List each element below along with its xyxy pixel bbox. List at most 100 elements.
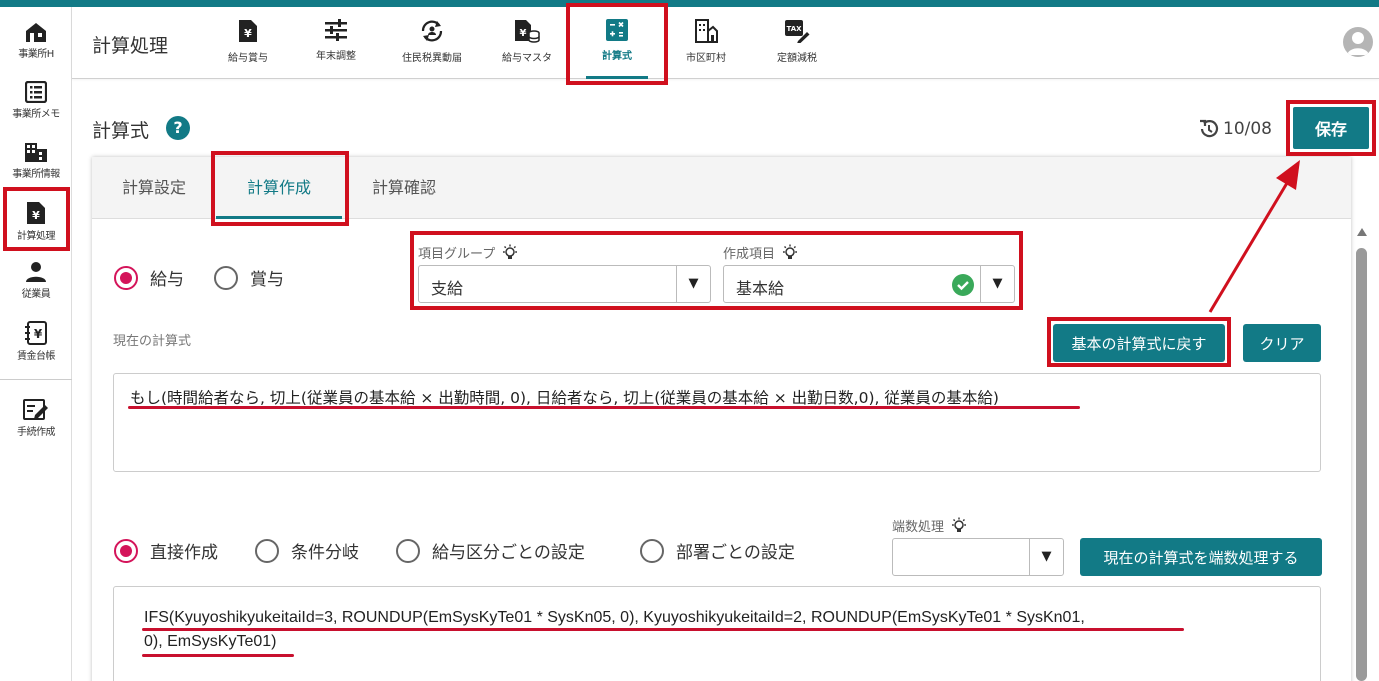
nav-resident-tax-change[interactable]: 住民税異動届 [394, 7, 470, 79]
tab-label: 計算作成 [246, 178, 311, 197]
tab-calculation-confirm[interactable]: 計算確認 [362, 157, 446, 219]
sidebar-item-employees[interactable]: 従業員 [0, 253, 72, 311]
yen-document-icon: ¥ [27, 202, 45, 224]
radio-circle [214, 265, 238, 290]
nav-label: 給与マスタ [502, 53, 552, 64]
creation-item-label: 作成項目 [723, 243, 799, 262]
building-icon [25, 143, 47, 162]
version-indicator[interactable]: 10/08 [1198, 117, 1272, 141]
sidebar-item-label: 事業所情報 [12, 169, 60, 180]
radio-per-department[interactable]: 部署ごとの設定 [640, 538, 795, 563]
rounding-select[interactable]: ▼ [892, 538, 1064, 576]
radio-label: 部署ごとの設定 [676, 543, 795, 563]
radio-label: 給与区分ごとの設定 [432, 543, 585, 563]
sidebar-item-office-home[interactable]: 事業所H [0, 13, 72, 71]
nav-fixed-tax-reduction[interactable]: TAX 定額減税 [762, 7, 832, 79]
apply-rounding-button[interactable]: 現在の計算式を端数処理する [1080, 538, 1322, 576]
tab-bar: 計算設定 計算作成 計算確認 [92, 157, 1351, 219]
nav-label: 年末調整 [316, 51, 356, 62]
rounding-label-text: 端数処理 [892, 520, 945, 535]
annotation-underline [128, 406, 1080, 409]
sidebar-item-label: 事業所H [18, 49, 54, 60]
scrollbar-thumb[interactable] [1356, 248, 1367, 681]
yen-document-icon: ¥ [239, 20, 257, 42]
radio-circle [640, 538, 664, 563]
active-tab-indicator [216, 216, 342, 219]
memo-list-icon [25, 81, 47, 103]
radio-per-salary-class[interactable]: 給与区分ごとの設定 [396, 538, 585, 563]
lightbulb-icon [952, 517, 967, 532]
rounding-label: 端数処理 [892, 516, 968, 535]
radio-label: 給与 [150, 270, 184, 290]
nav-label: 住民税異動届 [402, 53, 462, 64]
tab-calculation-create[interactable]: 計算作成 [216, 157, 342, 219]
radio-circle [255, 538, 279, 563]
annotation-underline [142, 628, 1184, 631]
nav-label: 給与賞与 [228, 53, 268, 64]
direct-formula-editor[interactable]: IFS(KyuyoshikyukeitaiId=3, ROUNDUP(EmSys… [113, 586, 1321, 681]
sidebar-item-label: 賃金台帳 [17, 351, 56, 362]
sidebar-item-label: 事業所メモ [12, 109, 60, 120]
nav-year-end-adjustment[interactable]: 年末調整 [304, 7, 368, 79]
svg-text:TAX: TAX [786, 25, 802, 33]
sidebar-item-office-memo[interactable]: 事業所メモ [0, 73, 72, 131]
annotation-underline [142, 654, 294, 657]
svg-text:¥: ¥ [520, 28, 527, 39]
radio-conditional-branch[interactable]: 条件分岐 [255, 538, 359, 563]
page-title: 計算式 [92, 120, 150, 142]
scroll-up-arrow-icon[interactable] [1357, 228, 1367, 236]
direct-formula-line-2: 0), EmSysKyTe01) [144, 633, 277, 650]
history-icon [1200, 119, 1219, 138]
sidebar-item-office-info[interactable]: 事業所情報 [0, 133, 72, 191]
nav-label: 市区町村 [686, 53, 726, 64]
user-avatar-icon [1347, 32, 1369, 55]
dropdown-arrow-icon: ▼ [980, 266, 1014, 302]
calculator-icon [606, 19, 628, 41]
lightbulb-icon [503, 244, 518, 259]
creation-item-value: 基本給 [736, 279, 785, 298]
nav-salary-master[interactable]: ¥ 給与マスタ [492, 7, 562, 79]
svg-text:¥: ¥ [34, 327, 43, 341]
nav-formula[interactable]: 計算式 [578, 7, 656, 79]
city-building-icon [695, 19, 718, 43]
save-button[interactable]: 保存 [1293, 107, 1369, 149]
radio-label: 直接作成 [150, 543, 218, 563]
top-accent-bar [0, 0, 1379, 7]
item-group-label-text: 項目グループ [418, 247, 496, 262]
left-sidebar: 事業所H 事業所メモ 事業所情報 ¥ 計算処理 従業員 ¥ 賃金台帳 手続作成 [0, 7, 72, 681]
item-group-select[interactable]: 支給 ▼ [418, 265, 711, 303]
sidebar-item-wage-ledger[interactable]: ¥ 賃金台帳 [0, 313, 72, 371]
current-formula-box: もし(時間給者なら, 切上(従業員の基本給 × 出勤時間, 0), 日給者なら,… [113, 373, 1321, 472]
sidebar-item-procedure-create[interactable]: 手続作成 [0, 391, 72, 449]
radio-bonus[interactable]: 賞与 [214, 265, 284, 290]
nav-salary-bonus[interactable]: ¥ 給与賞与 [216, 7, 280, 79]
sidebar-item-label: 従業員 [21, 289, 51, 300]
nav-municipality[interactable]: 市区町村 [674, 7, 738, 79]
radio-salary[interactable]: 給与 [114, 265, 184, 290]
nav-label: 計算式 [602, 51, 632, 62]
user-avatar[interactable] [1343, 27, 1373, 57]
edit-form-icon [23, 399, 48, 420]
tab-calculation-settings[interactable]: 計算設定 [112, 157, 196, 219]
sidebar-item-label: 計算処理 [17, 231, 56, 242]
reset-formula-button[interactable]: 基本の計算式に戻す [1053, 324, 1225, 362]
yen-database-icon: ¥ [515, 20, 540, 43]
svg-text:¥: ¥ [244, 27, 252, 40]
radio-circle [396, 538, 420, 563]
check-circle-icon [952, 274, 974, 296]
help-icon[interactable]: ? [166, 116, 190, 140]
sidebar-item-calculation[interactable]: ¥ 計算処理 [0, 193, 72, 251]
active-nav-indicator [586, 76, 648, 79]
sidebar-divider [0, 379, 72, 380]
radio-label: 賞与 [250, 270, 284, 290]
home-icon [26, 23, 46, 42]
header-title: 計算処理 [92, 35, 169, 57]
ledger-icon: ¥ [25, 321, 47, 345]
refresh-person-icon [421, 20, 443, 42]
app-header: 計算処理 ¥ 給与賞与 年末調整 住民税異動届 ¥ 給与マスタ 計算式 市区町村… [72, 7, 1379, 79]
sliders-icon [325, 19, 347, 41]
creation-item-select[interactable]: 基本給 ▼ [723, 265, 1015, 303]
radio-direct-create[interactable]: 直接作成 [114, 538, 218, 563]
radio-circle [114, 538, 138, 563]
clear-button[interactable]: クリア [1243, 324, 1321, 362]
